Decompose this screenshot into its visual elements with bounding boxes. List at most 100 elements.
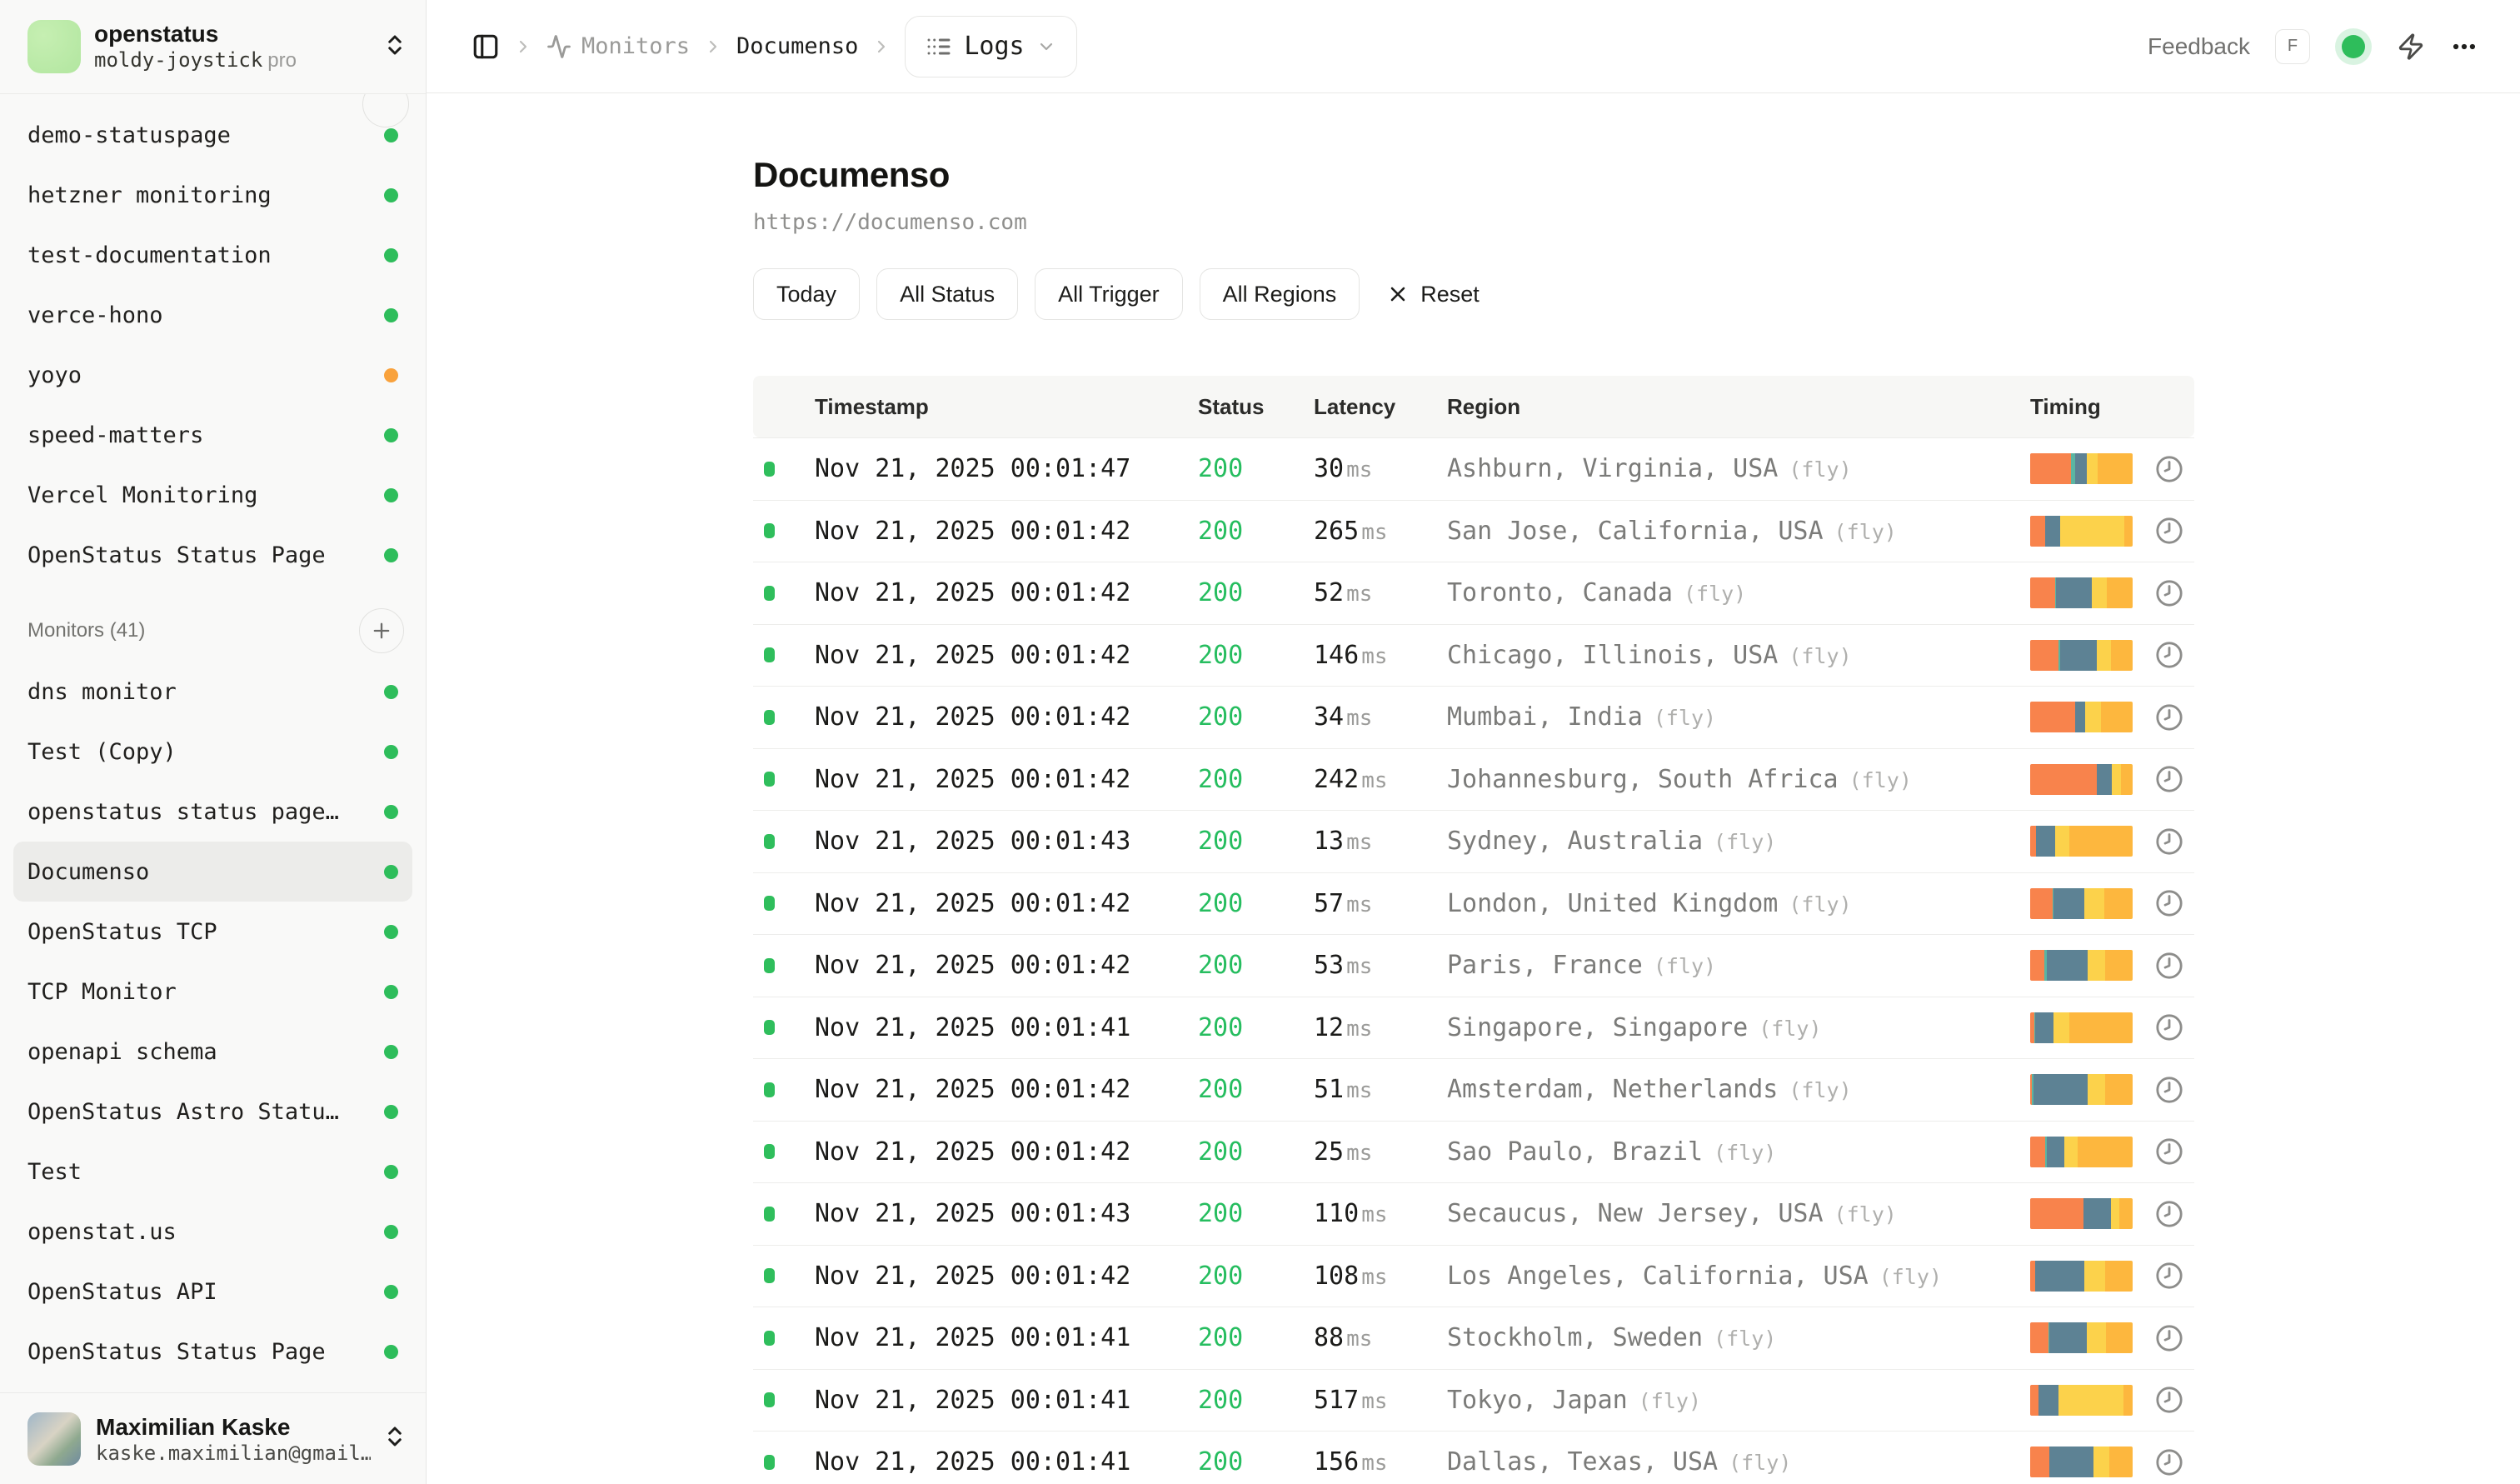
status-filter-button[interactable]: All Status	[876, 268, 1018, 320]
sidebar-item-label: OpenStatus Status Page	[27, 542, 326, 568]
sidebar-monitor-item[interactable]: OpenStatus API	[13, 1262, 412, 1322]
sidebar-monitor-item[interactable]: OpenStatus Astro Statu…	[13, 1082, 412, 1142]
row-status-indicator	[764, 1455, 775, 1470]
system-status-indicator[interactable]	[2342, 35, 2365, 58]
row-timestamp: Nov 21, 2025 00:01:42	[815, 702, 1198, 732]
regions-filter-button[interactable]: All Regions	[1200, 268, 1360, 320]
breadcrumb-monitors[interactable]: Monitors	[546, 33, 690, 59]
table-row[interactable]: Nov 21, 2025 00:01:41 200 517ms Tokyo, J…	[753, 1369, 2194, 1432]
row-region: Singapore, Singapore(fly)	[1447, 1013, 2030, 1042]
timing-segment-transfer	[2105, 950, 2133, 981]
row-latency: 156ms	[1314, 1447, 1447, 1477]
breadcrumb-separator-icon	[513, 37, 533, 57]
breadcrumb-documenso[interactable]: Documenso	[736, 33, 858, 59]
table-row[interactable]: Nov 21, 2025 00:01:42 200 57ms London, U…	[753, 872, 2194, 935]
sidebar-status-page-item[interactable]: verce-hono	[13, 285, 412, 345]
table-row[interactable]: Nov 21, 2025 00:01:41 200 156ms Dallas, …	[753, 1431, 2194, 1484]
timing-segment-transfer	[2121, 764, 2133, 795]
view-selector-label: Logs	[964, 32, 1024, 61]
row-timestamp: Nov 21, 2025 00:01:42	[815, 517, 1198, 546]
sidebar-monitor-item[interactable]: OpenStatus TCP	[13, 902, 412, 962]
clock-icon	[2155, 1013, 2183, 1042]
table-row[interactable]: Nov 21, 2025 00:01:47 200 30ms Ashburn, …	[753, 437, 2194, 500]
sidebar-status-page-item[interactable]: yoyo	[13, 345, 412, 405]
trigger-filter-button[interactable]: All Trigger	[1035, 268, 1183, 320]
timing-segment-ttfb	[2060, 516, 2124, 547]
chevrons-up-down-icon	[382, 1424, 407, 1453]
timing-segment-transfer	[2104, 888, 2133, 919]
table-row[interactable]: Nov 21, 2025 00:01:42 200 51ms Amsterdam…	[753, 1058, 2194, 1121]
sidebar-item-label: OpenStatus TCP	[27, 919, 217, 945]
row-latency: 108ms	[1314, 1262, 1447, 1291]
row-region: San Jose, California, USA(fly)	[1447, 517, 2030, 546]
status-dot	[384, 925, 398, 939]
table-row[interactable]: Nov 21, 2025 00:01:42 200 53ms Paris, Fr…	[753, 934, 2194, 997]
column-header-region[interactable]: Region	[1447, 394, 2030, 420]
logs-table: Timestamp Status Latency Region Timing N…	[753, 376, 2194, 1484]
sidebar-monitor-item[interactable]: TCP Monitor	[13, 962, 412, 1022]
row-timestamp: Nov 21, 2025 00:01:42	[815, 1137, 1198, 1167]
table-row[interactable]: Nov 21, 2025 00:01:42 200 25ms Sao Paulo…	[753, 1121, 2194, 1183]
table-row[interactable]: Nov 21, 2025 00:01:42 200 34ms Mumbai, I…	[753, 686, 2194, 748]
more-options-button[interactable]	[2450, 32, 2478, 61]
column-header-status[interactable]: Status	[1198, 394, 1314, 420]
table-row[interactable]: Nov 21, 2025 00:01:41 200 88ms Stockholm…	[753, 1307, 2194, 1369]
table-row[interactable]: Nov 21, 2025 00:01:43 200 13ms Sydney, A…	[753, 810, 2194, 872]
sidebar-status-page-item[interactable]: speed-matters	[13, 405, 412, 465]
column-header-timestamp[interactable]: Timestamp	[815, 394, 1198, 420]
table-row[interactable]: Nov 21, 2025 00:01:41 200 12ms Singapore…	[753, 997, 2194, 1059]
clock-icon	[2155, 579, 2183, 607]
command-menu-button[interactable]	[2397, 32, 2425, 61]
table-row[interactable]: Nov 21, 2025 00:01:42 200 146ms Chicago,…	[753, 624, 2194, 687]
column-header-latency[interactable]: Latency	[1314, 394, 1447, 420]
add-monitor-button[interactable]	[359, 608, 404, 653]
sidebar-item-label: demo-statuspage	[27, 122, 231, 148]
sidebar-monitor-item[interactable]: Test (Copy)	[13, 722, 412, 782]
table-row[interactable]: Nov 21, 2025 00:01:43 200 110ms Secaucus…	[753, 1182, 2194, 1245]
sidebar-status-page-item[interactable]: demo-statuspage	[13, 105, 412, 165]
timing-segment-transfer	[2111, 640, 2133, 671]
row-status-code: 200	[1198, 702, 1314, 732]
sidebar-status-page-item[interactable]: hetzner monitoring	[13, 165, 412, 225]
table-row[interactable]: Nov 21, 2025 00:01:42 200 52ms Toronto, …	[753, 562, 2194, 624]
row-region: Ashburn, Virginia, USA(fly)	[1447, 454, 2030, 483]
sidebar-scroll-area[interactable]: demo-statuspage hetzner monitoring test-…	[0, 94, 426, 1392]
status-dot	[384, 865, 398, 879]
timing-bar	[2030, 1447, 2133, 1477]
sidebar-monitor-item[interactable]: dns monitor	[13, 662, 412, 722]
workspace-switcher[interactable]: openstatus moldy-joystickpro	[0, 0, 426, 94]
table-row[interactable]: Nov 21, 2025 00:01:42 200 242ms Johannes…	[753, 748, 2194, 811]
table-row[interactable]: Nov 21, 2025 00:01:42 200 108ms Los Ange…	[753, 1245, 2194, 1307]
sidebar-monitor-item[interactable]: OpenStatus Status Page	[13, 1322, 412, 1382]
sidebar-monitor-item[interactable]: Test	[13, 1142, 412, 1202]
row-region: London, United Kingdom(fly)	[1447, 889, 2030, 918]
sidebar-monitor-item[interactable]: openstat.us	[13, 1202, 412, 1262]
clock-icon	[2155, 641, 2183, 669]
page-content: Documenso https://documenso.com Today Al…	[427, 93, 2520, 1484]
column-header-timing[interactable]: Timing	[2030, 394, 2194, 420]
timing-segment-ttfb	[2088, 950, 2105, 981]
timing-segment-tls	[2049, 1322, 2086, 1353]
sidebar-status-page-item[interactable]: OpenStatus Status Page	[13, 525, 412, 585]
sidebar-monitor-item[interactable]: openapi schema	[13, 1022, 412, 1082]
reset-filters-button[interactable]: Reset	[1386, 282, 1480, 307]
feedback-button[interactable]: Feedback	[2148, 33, 2250, 60]
sidebar-item-label: Documenso	[27, 859, 149, 885]
topbar-actions: Feedback F	[2148, 29, 2478, 64]
sidebar-toggle-button[interactable]	[472, 32, 500, 61]
row-region: Chicago, Illinois, USA(fly)	[1447, 641, 2030, 670]
sidebar-monitor-item[interactable]: openstatus status page…	[13, 782, 412, 842]
sidebar-status-page-item[interactable]: Vercel Monitoring	[13, 465, 412, 525]
timing-bar	[2030, 577, 2133, 608]
view-selector-logs[interactable]: Logs	[905, 16, 1076, 77]
timing-segment-tls	[2047, 1137, 2064, 1167]
clock-icon	[2155, 1386, 2183, 1414]
timing-segment-tls	[2033, 1074, 2088, 1105]
user-menu[interactable]: Maximilian Kaske kaske.maximilian@gmail…	[0, 1392, 426, 1484]
row-timestamp: Nov 21, 2025 00:01:42	[815, 765, 1198, 794]
sidebar-monitor-item-selected[interactable]: Documenso	[13, 842, 412, 902]
table-row[interactable]: Nov 21, 2025 00:01:42 200 265ms San Jose…	[753, 500, 2194, 562]
date-filter-button[interactable]: Today	[753, 268, 860, 320]
sidebar-status-page-item[interactable]: test-documentation	[13, 225, 412, 285]
status-dot	[384, 248, 398, 262]
